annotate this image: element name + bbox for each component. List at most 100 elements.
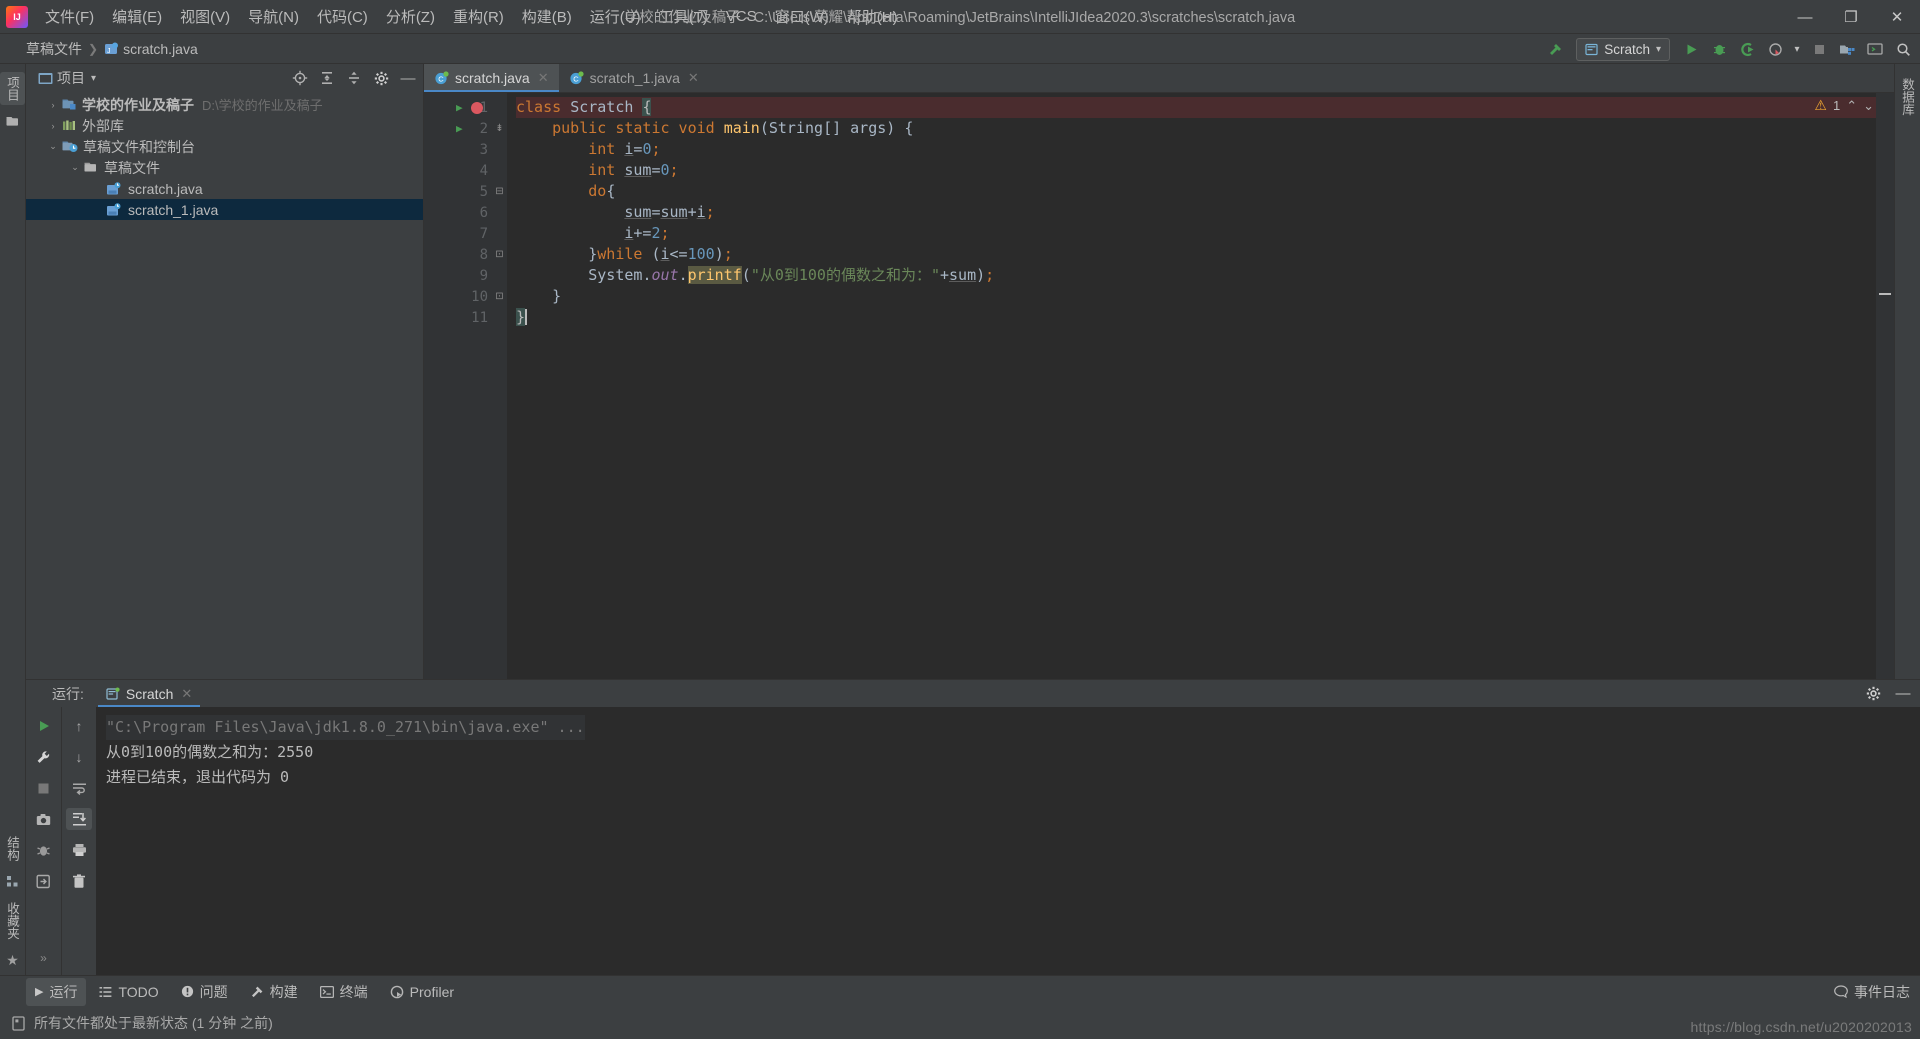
hide-panel-icon[interactable]: — [395,66,421,90]
wrench-icon[interactable] [31,746,57,768]
event-log-button[interactable]: 事件日志 [1834,982,1910,1002]
code-line-3[interactable]: int i=0; [516,139,1876,160]
run-button[interactable] [1678,37,1704,61]
minimize-button[interactable]: — [1782,0,1828,34]
tree-item-scratches-and-consoles[interactable]: ⌄ 草稿文件和控制台 [26,136,423,157]
fold-marker[interactable] [492,160,507,181]
fold-marker[interactable]: ⇟ [492,118,507,139]
menu-analyze[interactable]: 分析(Z) [377,1,444,32]
stop-button[interactable] [1806,37,1832,61]
tab-scratch-1-java[interactable]: C scratch_1.java ✕ [559,64,709,92]
scroll-to-end-icon[interactable] [66,808,92,830]
fold-marker[interactable] [492,307,507,328]
maximize-button[interactable]: ❐ [1828,0,1874,34]
breakpoint-icon[interactable] [471,101,483,114]
tool-window-profiler[interactable]: Profiler [381,980,463,1004]
close-button[interactable]: ✕ [1874,0,1920,34]
tab-scratch-java[interactable]: C scratch.java ✕ [424,64,559,92]
camera-icon[interactable] [31,808,57,830]
menu-code[interactable]: 代码(C) [308,1,377,32]
code-line-2[interactable]: public static void main(String[] args) { [516,118,1876,139]
profile-button[interactable] [1762,37,1788,61]
code-line-4[interactable]: int sum=0; [516,160,1876,181]
previous-problem-icon[interactable]: ⌃ [1846,98,1857,114]
inspection-widget[interactable]: ⚠ 1 ⌃ ⌄ [1814,97,1874,114]
export-icon[interactable] [31,870,57,892]
fold-marker[interactable]: ⊟ [492,181,507,202]
hammer-icon[interactable] [1542,37,1568,61]
menu-edit[interactable]: 编辑(E) [103,1,171,32]
tool-window-build[interactable]: 构建 [241,978,307,1006]
code-line-5[interactable]: do{ [516,181,1876,202]
trash-icon[interactable] [66,870,92,892]
gutter-line[interactable]: 11 [424,307,492,328]
stop-icon[interactable] [31,777,57,799]
fold-marker[interactable]: ⊡ [492,244,507,265]
fold-marker[interactable] [492,202,507,223]
tree-item-module[interactable]: › 学校的作业及稿子 D:\学校的作业及稿子 [26,94,423,115]
gutter-line[interactable]: 3 [424,139,492,160]
terminal-toggle-icon[interactable] [1862,37,1888,61]
fold-marker[interactable]: ⊡ [492,286,507,307]
collapse-all-icon[interactable] [341,66,367,90]
menu-build[interactable]: 构建(B) [513,1,581,32]
breadcrumb-root[interactable]: 草稿文件 [26,39,82,59]
sidebar-item-favorites[interactable]: 收藏夹 [0,898,25,944]
menu-file[interactable]: 文件(F) [36,1,103,32]
gutter-line[interactable]: ▶ 2 [424,118,492,139]
rerun-icon[interactable] [31,715,57,737]
code-line-6[interactable]: sum=sum+i; [516,202,1876,223]
fold-marker[interactable] [492,265,507,286]
fold-marker[interactable] [492,97,507,118]
error-stripe-mark[interactable] [1879,293,1891,295]
tree-item-scratches-folder[interactable]: ⌄ 草稿文件 [26,157,423,178]
tree-item-external-libraries[interactable]: › 外部库 [26,115,423,136]
gutter-line[interactable]: 10 [424,286,492,307]
sidebar-item-project[interactable]: 项目 [0,72,25,105]
run-with-coverage-button[interactable] [1734,37,1760,61]
code-line-8[interactable]: }while (i<=100); [516,244,1876,265]
menu-navigate[interactable]: 导航(N) [239,1,308,32]
scroll-up-icon[interactable]: ↑ [66,715,92,737]
gutter-line[interactable]: 9 [424,265,492,286]
gutter-line[interactable]: 6 [424,202,492,223]
tool-window-run[interactable]: ▶ 运行 [26,977,87,1006]
next-problem-icon[interactable]: ⌄ [1863,98,1874,114]
project-panel-chevron-down-icon[interactable]: ▾ [91,73,96,84]
profile-dropdown-icon[interactable]: ▾ [1790,37,1804,61]
run-configuration-selector[interactable]: Scratch ▾ [1576,37,1670,61]
debug-button[interactable] [1706,37,1732,61]
hide-panel-icon[interactable]: — [1890,682,1916,706]
chevron-down-icon[interactable]: ⌄ [46,141,60,152]
print-icon[interactable] [66,839,92,861]
code-line-7[interactable]: i+=2; [516,223,1876,244]
close-icon[interactable]: ✕ [538,70,549,86]
menu-refactor[interactable]: 重构(R) [444,1,513,32]
tool-window-todo[interactable]: TODO [90,980,167,1004]
expand-toolbar-icon[interactable]: » [31,947,57,969]
settings-gear-icon[interactable] [368,66,394,90]
chevron-down-icon[interactable]: ⌄ [68,162,82,173]
gutter-line[interactable]: 8 [424,244,492,265]
breadcrumb[interactable]: 草稿文件 ❯ J scratch.java [26,39,198,59]
fold-marker[interactable] [492,139,507,160]
tree-item-scratch-java[interactable]: scratch.java [26,178,423,199]
run-gutter-icon[interactable]: ▶ [456,101,463,114]
chevron-right-icon[interactable]: › [46,100,60,110]
locate-icon[interactable] [287,66,313,90]
console-tab-scratch[interactable]: Scratch ✕ [97,680,201,707]
project-structure-button[interactable] [1834,37,1860,61]
run-gutter-icon[interactable]: ▶ [456,122,463,135]
menu-view[interactable]: 视图(V) [171,1,239,32]
gutter-line[interactable]: 5 [424,181,492,202]
code-line-10[interactable]: } [516,286,1876,307]
fold-marker[interactable] [492,223,507,244]
search-everywhere-icon[interactable] [1890,37,1916,61]
settings-gear-icon[interactable] [1860,682,1886,706]
close-icon[interactable]: ✕ [181,686,192,702]
sidebar-item-structure[interactable]: 结构 [0,832,25,865]
tool-window-terminal[interactable]: 终端 [311,978,377,1006]
code-line-1[interactable]: class Scratch { [516,97,1876,118]
thread-dump-icon[interactable] [31,839,57,861]
gutter-line[interactable]: 7 [424,223,492,244]
